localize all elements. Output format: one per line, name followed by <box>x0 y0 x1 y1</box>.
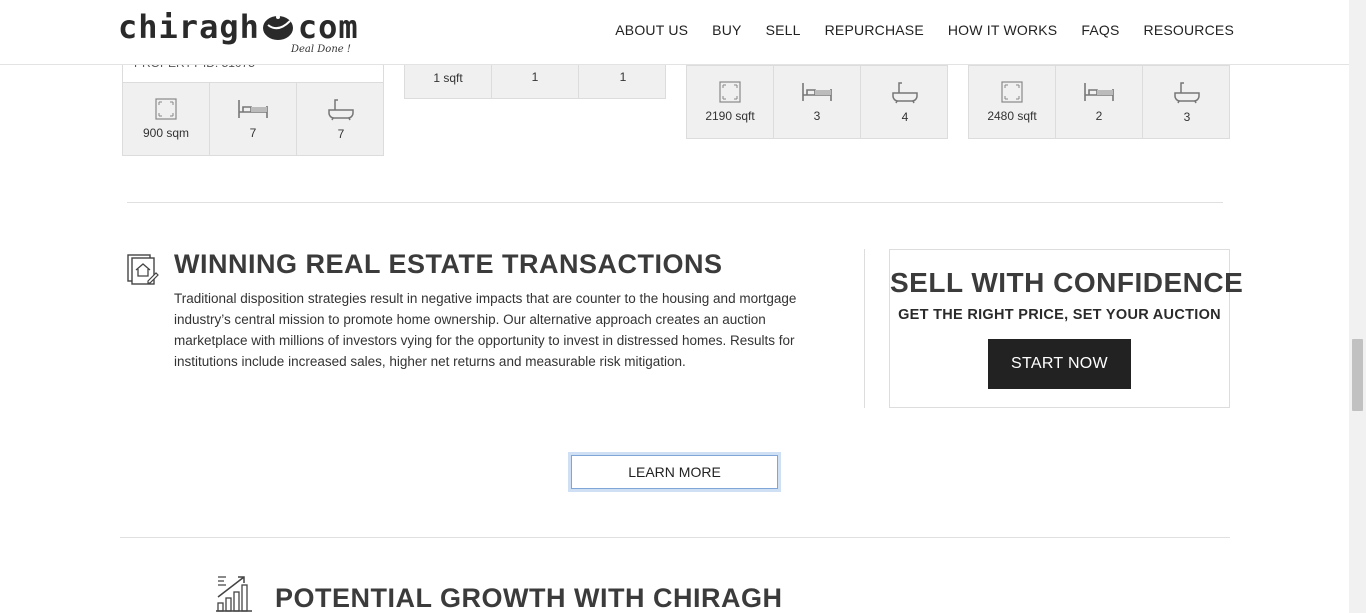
area-stat: 2480 sqft <box>969 66 1056 138</box>
logo-tagline: Deal Done ! <box>291 44 351 55</box>
area-value: 2480 sqft <box>987 109 1037 123</box>
area-value: 1 sqft <box>433 71 463 85</box>
nav-sell[interactable]: SELL <box>766 22 801 38</box>
beds-stat: 2 <box>1056 66 1143 138</box>
baths-stat: 4 <box>861 66 949 138</box>
baths-value: 7 <box>337 127 345 141</box>
beds-value: 7 <box>249 126 257 140</box>
nav-about-us[interactable]: ABOUT US <box>615 22 688 38</box>
area-stat: 2190 sqft <box>687 66 774 138</box>
beds-stat: 3 <box>774 66 861 138</box>
bed-icon <box>238 100 268 118</box>
bed-icon <box>802 83 832 101</box>
property-card-stats[interactable]: 2190 sqft 3 4 <box>686 65 948 139</box>
area-value: 900 sqm <box>142 126 190 140</box>
area-icon <box>719 81 741 103</box>
bathtub-icon <box>328 99 354 121</box>
logo-text-left: chiragh <box>118 8 260 46</box>
baths-value: 4 <box>901 110 909 124</box>
baths-stat: 3 <box>1143 66 1231 138</box>
site-logo[interactable]: chiragh com Deal Done ! <box>118 8 358 58</box>
main-nav: ABOUT US BUY SELL REPURCHASE HOW IT WORK… <box>615 22 1234 38</box>
nav-repurchase[interactable]: REPURCHASE <box>825 22 924 38</box>
winning-description: Traditional disposition strategies resul… <box>174 291 797 369</box>
baths-value: 1 <box>619 70 627 84</box>
house-document-icon <box>127 254 159 285</box>
logo-text-right: com <box>297 8 359 46</box>
property-card-stats[interactable]: 900 sqm 7 7 <box>122 82 384 156</box>
area-icon <box>155 98 177 120</box>
area-stat: 900 sqm <box>123 83 210 155</box>
baths-value: 3 <box>1183 110 1191 124</box>
start-now-button[interactable]: START NOW <box>988 339 1131 389</box>
scrollbar-thumb[interactable] <box>1352 339 1363 411</box>
logo-wordmark: chiragh com <box>118 8 359 46</box>
bathtub-icon <box>1174 82 1200 104</box>
sell-subtitle: GET THE RIGHT PRICE, SET YOUR AUCTION <box>898 307 1221 323</box>
beds-value: 2 <box>1095 109 1103 123</box>
nav-faqs[interactable]: FAQS <box>1081 22 1119 38</box>
sell-cta-box: SELL WITH CONFIDENCE GET THE RIGHT PRICE… <box>889 249 1244 408</box>
beds-stat: 7 <box>210 83 297 155</box>
site-header: chiragh com Deal Done ! ABOUT US BUY SELL… <box>0 0 1366 65</box>
growth-chart-icon <box>216 576 252 612</box>
growth-title: POTENTIAL GROWTH WITH CHIRAGH <box>275 583 783 613</box>
baths-stat: 7 <box>297 83 385 155</box>
section-divider <box>120 537 1230 538</box>
genie-lamp-icon <box>262 15 293 40</box>
winning-title: WINNING REAL ESTATE TRANSACTIONS <box>174 249 723 279</box>
section-divider <box>127 202 1223 203</box>
vertical-separator <box>864 249 865 408</box>
bed-icon <box>1084 83 1114 101</box>
page-scrollbar[interactable] <box>1349 0 1366 613</box>
sell-title: SELL WITH CONFIDENCE <box>890 267 1244 298</box>
property-card-stats[interactable]: 2480 sqft 2 3 <box>968 65 1230 139</box>
area-icon <box>1001 81 1023 103</box>
area-value: 2190 sqft <box>705 109 755 123</box>
beds-value: 1 <box>531 70 539 84</box>
nav-resources[interactable]: RESOURCES <box>1144 22 1234 38</box>
nav-buy[interactable]: BUY <box>712 22 741 38</box>
bathtub-icon <box>892 82 918 104</box>
beds-value: 3 <box>813 109 821 123</box>
learn-more-button[interactable]: LEARN MORE <box>568 452 781 492</box>
nav-how-it-works[interactable]: HOW IT WORKS <box>948 22 1057 38</box>
